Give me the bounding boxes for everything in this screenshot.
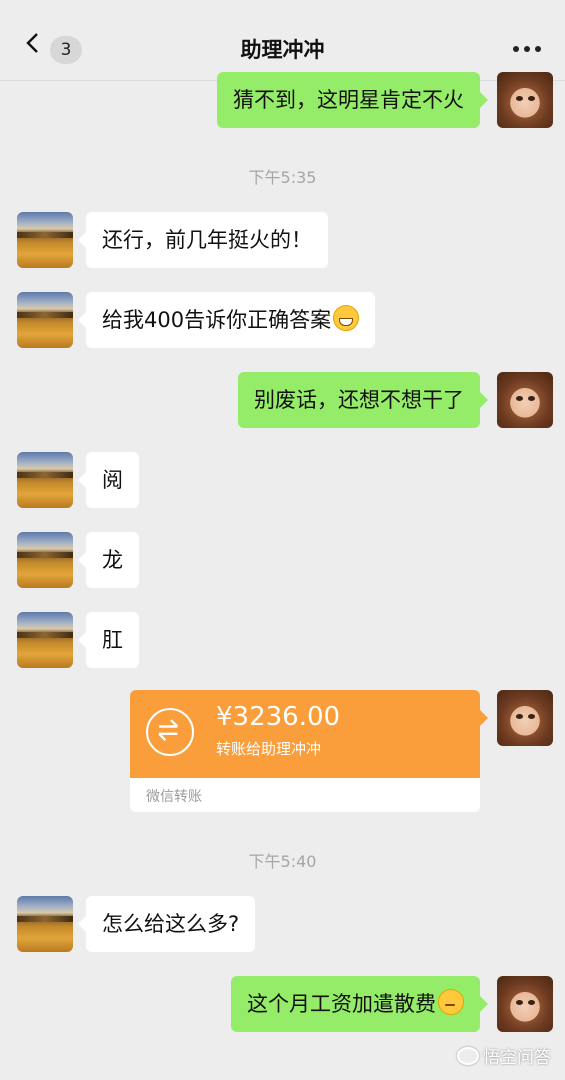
transfer-card-tail — [480, 710, 488, 726]
message-text: 还行，前几年挺火的！ — [102, 228, 312, 252]
watermark: 悟空问答 — [457, 1043, 551, 1068]
chat-title: 助理冲冲 — [240, 38, 325, 62]
watermark-text: 悟空问答 — [483, 1048, 551, 1068]
message-bubble-received[interactable]: 给我400告诉你正确答案 — [77, 292, 376, 348]
chat-header: 3 助理冲冲 — [0, 0, 565, 81]
message-bubble-sent[interactable]: 别废话，还想不想干了 — [238, 372, 488, 428]
transfer-footer-label: 微信转账 — [146, 789, 202, 805]
message-bubble-received[interactable]: 肛 — [78, 612, 139, 668]
transfer-card[interactable]: ¥3236.00 转账给助理冲冲 微信转账 — [130, 690, 480, 812]
message-text: 猜不到，这明星肯定不火 — [233, 88, 464, 112]
contact-avatar[interactable] — [17, 212, 73, 268]
contact-avatar[interactable] — [17, 612, 73, 668]
message-bubble-sent[interactable]: 猜不到，这明星肯定不火 — [217, 72, 488, 128]
message-bubble-received[interactable]: 还行，前几年挺火的！ — [78, 212, 328, 268]
contact-avatar[interactable] — [17, 896, 73, 952]
my-avatar[interactable] — [497, 976, 553, 1032]
more-options-icon[interactable] — [513, 46, 541, 54]
message-text: 龙 — [102, 548, 123, 572]
thinking-icon — [438, 989, 464, 1015]
timestamp: 下午5:40 — [248, 852, 317, 871]
message-bubble-received[interactable]: 怎么给这么多? — [77, 896, 256, 952]
my-avatar[interactable] — [497, 372, 553, 428]
message-bubble-received[interactable]: 阅 — [78, 452, 139, 508]
contact-avatar[interactable] — [17, 532, 73, 588]
my-avatar[interactable] — [497, 72, 553, 128]
transfer-card-header: ¥3236.00 转账给助理冲冲 — [130, 690, 480, 778]
message-text: 别废话，还想不想干了 — [254, 388, 464, 412]
message-bubble-sent[interactable]: 这个月工资加遣散费 — [231, 976, 488, 1032]
timestamp: 下午5:35 — [248, 168, 317, 187]
contact-avatar[interactable] — [17, 452, 73, 508]
message-text: 肛 — [102, 628, 123, 652]
wukong-logo-icon — [457, 1047, 479, 1065]
message-text: 阅 — [102, 468, 123, 492]
message-text: 给我400告诉你正确答案 — [102, 308, 332, 332]
grin-icon — [333, 305, 360, 331]
transfer-exchange-icon — [146, 708, 194, 756]
my-avatar[interactable] — [497, 690, 553, 746]
message-text: 怎么给这么多? — [102, 912, 240, 936]
contact-avatar[interactable] — [17, 292, 73, 348]
transfer-description: 转账给助理冲冲 — [216, 740, 322, 758]
transfer-amount: ¥3236.00 — [216, 702, 341, 732]
message-bubble-received[interactable]: 龙 — [78, 532, 139, 588]
message-text: 这个月工资加遣散费 — [247, 992, 436, 1016]
